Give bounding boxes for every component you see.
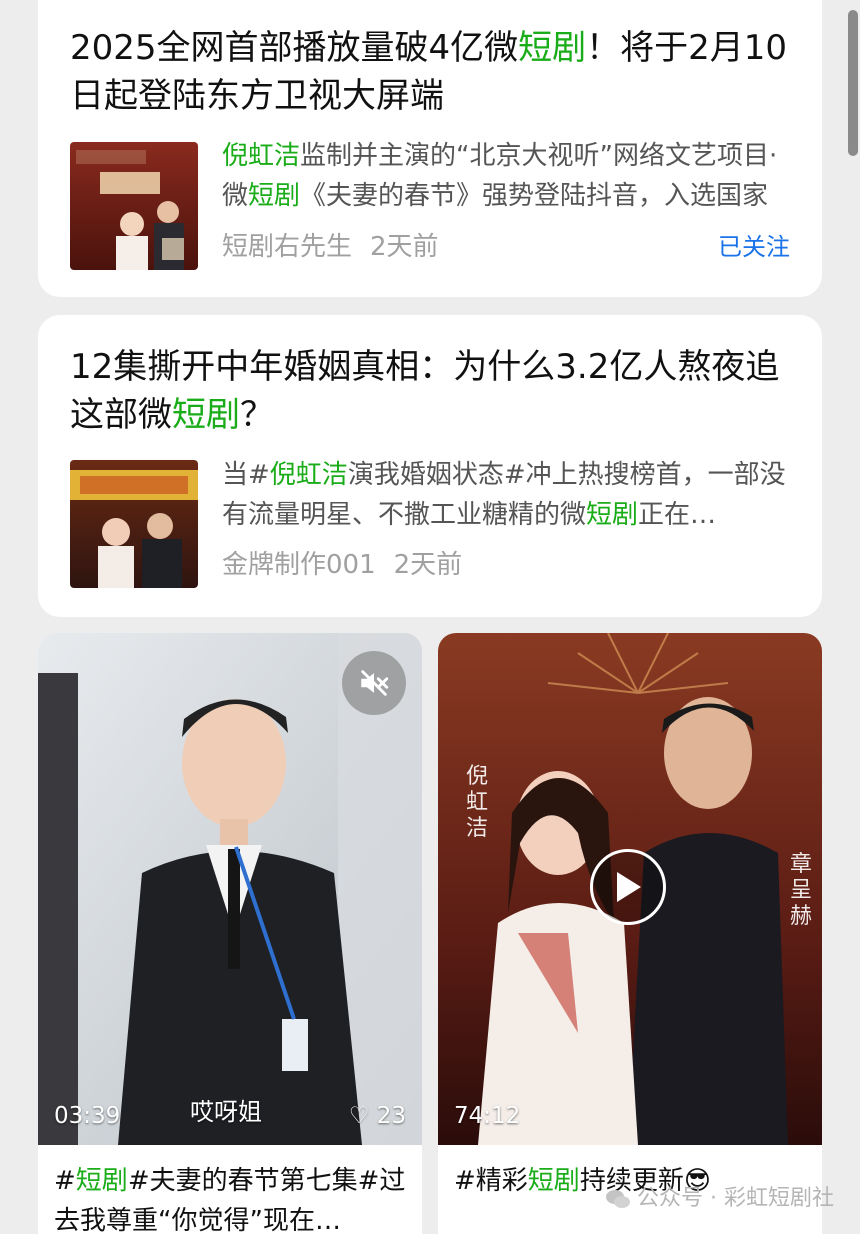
scrollbar-thumb[interactable] [848, 10, 858, 156]
wechat-icon [606, 1190, 631, 1208]
video-thumbnail[interactable]: 03:39 哎呀姐 ♡ 23 [38, 633, 422, 1145]
scrollbar[interactable] [846, 0, 860, 160]
source-name[interactable]: 金牌制作001 [222, 550, 376, 580]
video-card[interactable]: 03:39 哎呀姐 ♡ 23 #短剧#夫妻的春节第七集#过去我尊重“你觉得”现在… [38, 633, 422, 1234]
article-card[interactable]: 2025全网首部播放量破4亿微短剧！将于2月10日起登陆东方卫视大屏端 倪虹洁监… [38, 0, 822, 297]
keyword-highlight: 倪虹洁 [269, 460, 348, 490]
keyword-highlight: 短剧 [518, 28, 587, 68]
volume-muted-icon [361, 670, 389, 696]
svg-text:呈: 呈 [790, 878, 812, 903]
search-results-page: 2025全网首部播放量破4亿微短剧！将于2月10日起登陆东方卫视大屏端 倪虹洁监… [0, 0, 860, 1234]
play-button[interactable] [590, 849, 666, 925]
keyword-highlight: 倪虹洁 [222, 141, 301, 171]
mute-button[interactable] [342, 651, 406, 715]
publish-time: 2天前 [370, 232, 439, 262]
svg-text:倪: 倪 [466, 764, 488, 789]
keyword-highlight: 短剧 [586, 500, 639, 530]
article-meta: 短剧右先生 2天前 [222, 229, 439, 265]
svg-text:虹: 虹 [466, 790, 488, 815]
article-thumbnail[interactable] [70, 460, 198, 588]
video-duration: 74:12 [454, 1103, 521, 1129]
publish-time: 2天前 [393, 550, 463, 580]
video-subtitle-text: 哎呀姐 [190, 1098, 262, 1126]
article-card[interactable]: 12集撕开中年婚姻真相：为什么3.2亿人熬夜追这部微短剧？ 当#倪虹洁演我婚姻状… [38, 315, 822, 617]
source-name[interactable]: 短剧右先生 [222, 232, 352, 262]
keyword-highlight: 短剧 [172, 395, 240, 435]
article-meta: 金牌制作001 2天前 [222, 547, 462, 583]
article-thumbnail[interactable] [70, 142, 198, 270]
heart-icon: ♡ [348, 1103, 370, 1129]
follow-status-button[interactable]: 已关注 [718, 229, 790, 265]
article-summary: 倪虹洁监制并主演的“北京大视听”网络文艺项目·微短剧《夫妻的春节》强势登陆抖音，… [222, 141, 778, 211]
svg-text:赫: 赫 [790, 904, 812, 929]
video-caption[interactable]: #短剧#夫妻的春节第七集#过去我尊重“你觉得”现在… [54, 1161, 406, 1234]
article-summary: 当#倪虹洁演我婚姻状态#冲上热搜榜首，一部没有流量明星、不撒工业糖精的微短剧正在… [222, 460, 786, 530]
keyword-highlight: 短剧 [248, 181, 301, 211]
video-thumbnail[interactable]: 倪 虹 洁 章 呈 赫 74:12 [438, 633, 822, 1145]
svg-text:洁: 洁 [466, 816, 488, 841]
article-title[interactable]: 12集撕开中年婚姻真相：为什么3.2亿人熬夜追这部微短剧？ [70, 343, 794, 439]
keyword-highlight: 短剧 [527, 1166, 580, 1196]
watermark: 公众号 · 彩虹短剧社 [605, 1184, 834, 1214]
article-title[interactable]: 2025全网首部播放量破4亿微短剧！将于2月10日起登陆东方卫视大屏端 [70, 24, 794, 120]
video-duration: 03:39 [54, 1103, 121, 1129]
keyword-highlight: 短剧 [75, 1166, 128, 1196]
like-count[interactable]: ♡ 23 [349, 1101, 406, 1131]
video-card[interactable]: 倪 虹 洁 章 呈 赫 74:12 #精彩短剧持续更新😎 [438, 633, 822, 1234]
svg-text:章: 章 [790, 852, 812, 877]
play-icon [617, 872, 641, 902]
